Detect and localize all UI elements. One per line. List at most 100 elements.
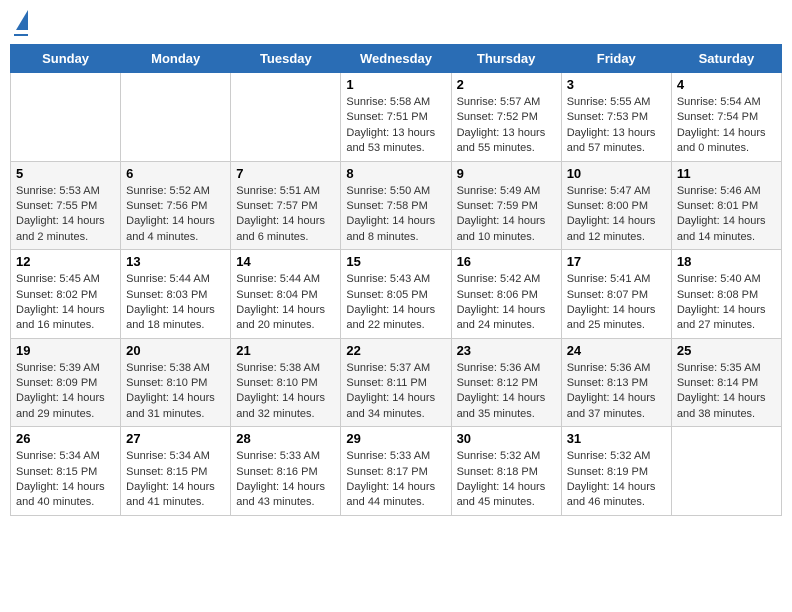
day-info: Sunrise: 5:42 AMSunset: 8:06 PMDaylight:… xyxy=(457,272,556,334)
weekday-header-row: SundayMondayTuesdayWednesdayThursdayFrid… xyxy=(11,45,782,73)
calendar-cell xyxy=(671,427,781,516)
day-number: 24 xyxy=(567,343,666,358)
day-info: Sunrise: 5:40 AMSunset: 8:08 PMDaylight:… xyxy=(677,272,776,334)
calendar-cell: 2 Sunrise: 5:57 AMSunset: 7:52 PMDaylight… xyxy=(451,73,561,162)
day-info: Sunrise: 5:50 AMSunset: 7:58 PMDaylight:… xyxy=(346,184,445,246)
day-number: 25 xyxy=(677,343,776,358)
day-number: 30 xyxy=(457,431,556,446)
day-number: 7 xyxy=(236,166,335,181)
day-info: Sunrise: 5:45 AMSunset: 8:02 PMDaylight:… xyxy=(16,272,115,334)
day-number: 26 xyxy=(16,431,115,446)
day-number: 9 xyxy=(457,166,556,181)
calendar-cell: 4 Sunrise: 5:54 AMSunset: 7:54 PMDaylight… xyxy=(671,73,781,162)
day-number: 17 xyxy=(567,254,666,269)
calendar-cell: 9 Sunrise: 5:49 AMSunset: 7:59 PMDaylight… xyxy=(451,161,561,250)
day-number: 3 xyxy=(567,77,666,92)
day-number: 1 xyxy=(346,77,445,92)
weekday-header-saturday: Saturday xyxy=(671,45,781,73)
day-info: Sunrise: 5:55 AMSunset: 7:53 PMDaylight:… xyxy=(567,95,666,157)
day-number: 6 xyxy=(126,166,225,181)
day-info: Sunrise: 5:49 AMSunset: 7:59 PMDaylight:… xyxy=(457,184,556,246)
day-info: Sunrise: 5:32 AMSunset: 8:19 PMDaylight:… xyxy=(567,449,666,511)
day-number: 29 xyxy=(346,431,445,446)
day-info: Sunrise: 5:41 AMSunset: 8:07 PMDaylight:… xyxy=(567,272,666,334)
calendar-cell xyxy=(121,73,231,162)
day-info: Sunrise: 5:54 AMSunset: 7:54 PMDaylight:… xyxy=(677,95,776,157)
calendar-cell: 7Sunrise: 5:51 AMSunset: 7:57 PMDaylight… xyxy=(231,161,341,250)
calendar-cell: 28Sunrise: 5:33 AMSunset: 8:16 PMDayligh… xyxy=(231,427,341,516)
calendar-cell: 23 Sunrise: 5:36 AMSunset: 8:12 PMDayligh… xyxy=(451,338,561,427)
day-info: Sunrise: 5:33 AMSunset: 8:17 PMDaylight:… xyxy=(346,449,445,511)
logo-triangle-icon xyxy=(16,10,28,30)
calendar-cell: 16 Sunrise: 5:42 AMSunset: 8:06 PMDayligh… xyxy=(451,250,561,339)
calendar-cell: 3 Sunrise: 5:55 AMSunset: 7:53 PMDaylight… xyxy=(561,73,671,162)
day-number: 4 xyxy=(677,77,776,92)
day-info: Sunrise: 5:38 AMSunset: 8:10 PMDaylight:… xyxy=(126,361,225,423)
calendar-cell: 21 Sunrise: 5:38 AMSunset: 8:10 PMDayligh… xyxy=(231,338,341,427)
calendar-week-row: 26 Sunrise: 5:34 AMSunset: 8:15 PMDayligh… xyxy=(11,427,782,516)
day-info: Sunrise: 5:52 AMSunset: 7:56 PMDaylight:… xyxy=(126,184,225,246)
day-number: 11 xyxy=(677,166,776,181)
day-info: Sunrise: 5:38 AMSunset: 8:10 PMDaylight:… xyxy=(236,361,335,423)
calendar-week-row: 5 Sunrise: 5:53 AMSunset: 7:55 PMDaylight… xyxy=(11,161,782,250)
day-info: Sunrise: 5:47 AMSunset: 8:00 PMDaylight:… xyxy=(567,184,666,246)
day-number: 23 xyxy=(457,343,556,358)
day-info: Sunrise: 5:58 AMSunset: 7:51 PMDaylight:… xyxy=(346,95,445,157)
calendar-cell: 14 Sunrise: 5:44 AMSunset: 8:04 PMDayligh… xyxy=(231,250,341,339)
day-number: 2 xyxy=(457,77,556,92)
weekday-header-friday: Friday xyxy=(561,45,671,73)
calendar-cell: 8 Sunrise: 5:50 AMSunset: 7:58 PMDaylight… xyxy=(341,161,451,250)
calendar-cell: 13 Sunrise: 5:44 AMSunset: 8:03 PMDayligh… xyxy=(121,250,231,339)
calendar-cell: 27Sunrise: 5:34 AMSunset: 8:15 PMDayligh… xyxy=(121,427,231,516)
calendar-cell xyxy=(231,73,341,162)
calendar-cell: 5 Sunrise: 5:53 AMSunset: 7:55 PMDaylight… xyxy=(11,161,121,250)
logo xyxy=(14,10,28,36)
calendar-cell: 22Sunrise: 5:37 AMSunset: 8:11 PMDayligh… xyxy=(341,338,451,427)
calendar-cell: 26 Sunrise: 5:34 AMSunset: 8:15 PMDayligh… xyxy=(11,427,121,516)
calendar-cell: 19Sunrise: 5:39 AMSunset: 8:09 PMDayligh… xyxy=(11,338,121,427)
weekday-header-wednesday: Wednesday xyxy=(341,45,451,73)
day-number: 13 xyxy=(126,254,225,269)
day-number: 27 xyxy=(126,431,225,446)
day-info: Sunrise: 5:44 AMSunset: 8:04 PMDaylight:… xyxy=(236,272,335,334)
weekday-header-sunday: Sunday xyxy=(11,45,121,73)
day-info: Sunrise: 5:36 AMSunset: 8:12 PMDaylight:… xyxy=(457,361,556,423)
day-number: 15 xyxy=(346,254,445,269)
day-info: Sunrise: 5:35 AMSunset: 8:14 PMDaylight:… xyxy=(677,361,776,423)
calendar-cell: 24 Sunrise: 5:36 AMSunset: 8:13 PMDayligh… xyxy=(561,338,671,427)
day-info: Sunrise: 5:53 AMSunset: 7:55 PMDaylight:… xyxy=(16,184,115,246)
day-info: Sunrise: 5:34 AMSunset: 8:15 PMDaylight:… xyxy=(16,449,115,511)
day-info: Sunrise: 5:43 AMSunset: 8:05 PMDaylight:… xyxy=(346,272,445,334)
calendar-cell: 18 Sunrise: 5:40 AMSunset: 8:08 PMDayligh… xyxy=(671,250,781,339)
day-number: 18 xyxy=(677,254,776,269)
calendar-cell: 17 Sunrise: 5:41 AMSunset: 8:07 PMDayligh… xyxy=(561,250,671,339)
calendar-cell: 11 Sunrise: 5:46 AMSunset: 8:01 PMDayligh… xyxy=(671,161,781,250)
day-number: 21 xyxy=(236,343,335,358)
calendar-cell: 20Sunrise: 5:38 AMSunset: 8:10 PMDayligh… xyxy=(121,338,231,427)
day-info: Sunrise: 5:36 AMSunset: 8:13 PMDaylight:… xyxy=(567,361,666,423)
calendar-cell: 25 Sunrise: 5:35 AMSunset: 8:14 PMDayligh… xyxy=(671,338,781,427)
day-number: 5 xyxy=(16,166,115,181)
calendar-cell: 6 Sunrise: 5:52 AMSunset: 7:56 PMDaylight… xyxy=(121,161,231,250)
weekday-header-thursday: Thursday xyxy=(451,45,561,73)
day-info: Sunrise: 5:33 AMSunset: 8:16 PMDaylight:… xyxy=(236,449,335,511)
day-number: 31 xyxy=(567,431,666,446)
calendar-cell: 15 Sunrise: 5:43 AMSunset: 8:05 PMDayligh… xyxy=(341,250,451,339)
calendar-cell: 31 Sunrise: 5:32 AMSunset: 8:19 PMDayligh… xyxy=(561,427,671,516)
day-info: Sunrise: 5:37 AMSunset: 8:11 PMDaylight:… xyxy=(346,361,445,423)
day-info: Sunrise: 5:32 AMSunset: 8:18 PMDaylight:… xyxy=(457,449,556,511)
calendar-cell: 1 Sunrise: 5:58 AMSunset: 7:51 PMDaylight… xyxy=(341,73,451,162)
day-number: 14 xyxy=(236,254,335,269)
day-number: 16 xyxy=(457,254,556,269)
day-info: Sunrise: 5:57 AMSunset: 7:52 PMDaylight:… xyxy=(457,95,556,157)
calendar-week-row: 12Sunrise: 5:45 AMSunset: 8:02 PMDayligh… xyxy=(11,250,782,339)
weekday-header-monday: Monday xyxy=(121,45,231,73)
logo-underline xyxy=(14,34,28,36)
day-info: Sunrise: 5:39 AMSunset: 8:09 PMDaylight:… xyxy=(16,361,115,423)
day-number: 8 xyxy=(346,166,445,181)
day-info: Sunrise: 5:46 AMSunset: 8:01 PMDaylight:… xyxy=(677,184,776,246)
calendar-cell: 30 Sunrise: 5:32 AMSunset: 8:18 PMDayligh… xyxy=(451,427,561,516)
day-info: Sunrise: 5:44 AMSunset: 8:03 PMDaylight:… xyxy=(126,272,225,334)
day-number: 10 xyxy=(567,166,666,181)
calendar-cell: 10 Sunrise: 5:47 AMSunset: 8:00 PMDayligh… xyxy=(561,161,671,250)
